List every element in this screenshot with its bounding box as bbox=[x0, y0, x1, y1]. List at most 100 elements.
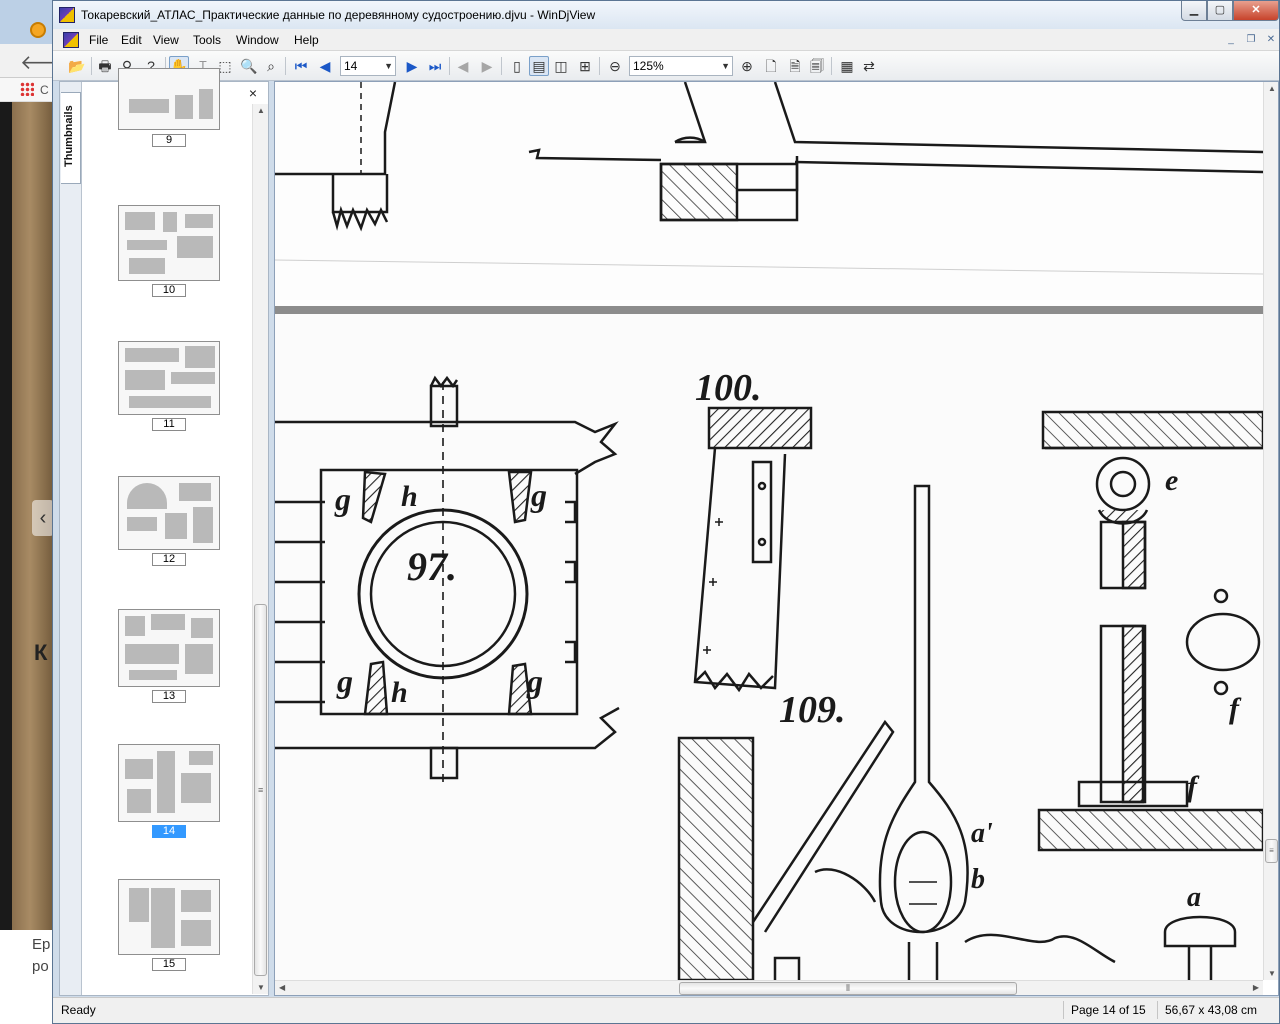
apps-grid-icon[interactable] bbox=[20, 82, 34, 96]
thumbnail-page-10[interactable]: 10 bbox=[118, 205, 222, 297]
part-label-g: g bbox=[526, 663, 543, 699]
toolbar-separator bbox=[91, 57, 92, 75]
thumbnail-image[interactable] bbox=[118, 879, 220, 955]
thumbnail-label: 14 bbox=[152, 825, 186, 838]
document-vertical-scrollbar[interactable]: ▲ ≡ ▼ bbox=[1263, 82, 1278, 980]
zoom-out-icon[interactable]: ⊖ bbox=[605, 56, 625, 76]
prev-page-icon[interactable]: ◀ bbox=[315, 56, 335, 76]
menu-window[interactable]: Window bbox=[236, 33, 279, 47]
toolbar-separator bbox=[501, 57, 502, 75]
thumbnail-image[interactable] bbox=[118, 205, 220, 281]
back-icon[interactable]: ◀ bbox=[453, 56, 473, 76]
thumbnail-label: 9 bbox=[152, 134, 186, 147]
scroll-down-icon[interactable]: ▼ bbox=[257, 983, 265, 992]
bookmark-text[interactable]: С bbox=[40, 83, 49, 97]
toolbar-separator bbox=[449, 57, 450, 75]
part-label-h: h bbox=[391, 676, 408, 709]
print-icon[interactable]: 🖶 bbox=[95, 56, 115, 76]
title-bar[interactable]: Токаревский_АТЛАС_Практические данные по… bbox=[53, 1, 1279, 29]
toolbar-separator bbox=[831, 57, 832, 75]
windjview-app-icon[interactable] bbox=[59, 7, 75, 23]
fit-width-icon[interactable]: 🗎 bbox=[785, 56, 805, 76]
document-horizontal-scrollbar[interactable]: ◀ ⦀ ▶ bbox=[275, 980, 1263, 995]
thumbnail-image[interactable] bbox=[118, 341, 220, 415]
window-title: Токаревский_АТЛАС_Практические данные по… bbox=[81, 8, 596, 22]
next-page-icon[interactable]: ▶ bbox=[402, 56, 422, 76]
forward-icon[interactable]: ▶ bbox=[477, 56, 497, 76]
close-pane-icon[interactable]: × bbox=[246, 86, 260, 100]
thumbnails-scrollbar[interactable]: ▲ ≡ ▼ bbox=[252, 104, 268, 994]
status-separator bbox=[1157, 1001, 1158, 1019]
scroll-up-icon[interactable]: ▲ bbox=[257, 106, 265, 115]
rotate-icon[interactable]: ⇄ bbox=[859, 56, 879, 76]
document-restore-button[interactable]: ❐ bbox=[1243, 33, 1259, 47]
scroll-left-icon[interactable]: ◀ bbox=[279, 983, 285, 992]
scrollbar-thumb[interactable]: ≡ bbox=[1265, 839, 1278, 863]
document-icon[interactable] bbox=[63, 32, 79, 48]
actual-size-icon[interactable]: 🗐 bbox=[807, 56, 827, 76]
document-view[interactable]: 100. 109. 97. g g g g h h e f f a' b a ▲… bbox=[274, 81, 1279, 996]
chevron-down-icon[interactable]: ▼ bbox=[384, 57, 393, 75]
thumbnail-page-9[interactable]: 9 bbox=[118, 68, 222, 147]
part-label-g: g bbox=[334, 481, 351, 517]
thumbnail-page-13[interactable]: 13 bbox=[118, 609, 222, 703]
tab-thumbnails[interactable]: Thumbnails bbox=[61, 92, 81, 184]
zoom-rect-icon[interactable]: ⌕ bbox=[261, 56, 281, 76]
scroll-down-icon[interactable]: ▼ bbox=[1268, 969, 1276, 978]
scroll-right-icon[interactable]: ▶ bbox=[1253, 983, 1259, 992]
fit-page-icon[interactable]: 🗋 bbox=[761, 56, 781, 76]
zoom-icon[interactable]: 🔍 bbox=[239, 56, 259, 76]
part-label-a: a bbox=[1187, 882, 1201, 913]
status-separator bbox=[1063, 1001, 1064, 1019]
thumbnail-page-12[interactable]: 12 bbox=[118, 476, 222, 566]
thumbnail-image[interactable] bbox=[118, 68, 220, 130]
figure-label-97: 97. bbox=[407, 544, 457, 589]
menu-view[interactable]: View bbox=[153, 33, 179, 47]
minimize-button[interactable]: ▁ bbox=[1181, 1, 1207, 21]
document-close-button[interactable]: ✕ bbox=[1263, 33, 1279, 47]
thumbnail-image[interactable] bbox=[118, 744, 220, 822]
figure-label-109: 109. bbox=[779, 689, 846, 731]
close-button[interactable]: ✕ bbox=[1233, 1, 1279, 21]
tab-thumbnails-label: Thumbnails bbox=[63, 105, 75, 167]
part-label-g: g bbox=[336, 663, 353, 699]
part-label-e: e bbox=[1165, 464, 1178, 497]
single-page-icon[interactable]: ▯ bbox=[507, 56, 527, 76]
carousel-prev-icon[interactable]: ‹ bbox=[32, 500, 54, 536]
zoom-combo[interactable]: 125% ▼ bbox=[629, 56, 733, 76]
part-label-h: h bbox=[401, 480, 418, 513]
open-icon[interactable]: 📂 bbox=[67, 56, 87, 76]
menu-file[interactable]: File bbox=[89, 33, 108, 47]
thumbnail-page-15[interactable]: 15 bbox=[118, 879, 222, 971]
zoom-in-icon[interactable]: ⊕ bbox=[737, 56, 757, 76]
menu-bar: File Edit View Tools Window Help _ ❐ ✕ bbox=[53, 29, 1279, 51]
scrollbar-thumb[interactable]: ⦀ bbox=[679, 982, 1017, 995]
footer-text-2: ро bbox=[32, 958, 49, 975]
scrollbar-thumb[interactable]: ≡ bbox=[254, 604, 267, 976]
continuous-icon[interactable]: ▤ bbox=[529, 56, 549, 76]
figure-label-100: 100. bbox=[695, 367, 762, 409]
thumbnails-tab-strip: Thumbnails bbox=[60, 82, 82, 995]
document-minimize-button[interactable]: _ bbox=[1223, 33, 1239, 47]
menu-tools[interactable]: Tools bbox=[193, 33, 221, 47]
page-canvas[interactable]: 100. 109. 97. g g g g h h e f f a' b a bbox=[275, 82, 1266, 982]
back-arrow-icon[interactable]: 🡐 bbox=[20, 50, 56, 75]
facing-icon[interactable]: ◫ bbox=[551, 56, 571, 76]
thumbnail-page-11[interactable]: 11 bbox=[118, 341, 222, 431]
continuous-facing-icon[interactable]: ⊞ bbox=[575, 56, 595, 76]
windjview-window: Токаревский_АТЛАС_Практические данные по… bbox=[52, 0, 1280, 1024]
scroll-up-icon[interactable]: ▲ bbox=[1268, 84, 1276, 93]
menu-help[interactable]: Help bbox=[294, 33, 319, 47]
page-number-value: 14 bbox=[344, 59, 358, 73]
technical-drawing: 100. 109. 97. g g g g h h e f f a' b a bbox=[275, 82, 1266, 982]
thumbnail-image[interactable] bbox=[118, 609, 220, 687]
display-mode-icon[interactable]: ▦ bbox=[837, 56, 857, 76]
page-number-combo[interactable]: 14 ▼ bbox=[340, 56, 396, 76]
thumbnail-page-14[interactable]: 14 bbox=[118, 744, 222, 838]
last-page-icon[interactable]: ⏭ bbox=[425, 56, 445, 76]
chevron-down-icon[interactable]: ▼ bbox=[721, 57, 730, 75]
maximize-button[interactable]: ▢ bbox=[1207, 1, 1233, 21]
menu-edit[interactable]: Edit bbox=[121, 33, 142, 47]
thumbnail-image[interactable] bbox=[118, 476, 220, 550]
first-page-icon[interactable]: ⏮ bbox=[291, 56, 311, 76]
